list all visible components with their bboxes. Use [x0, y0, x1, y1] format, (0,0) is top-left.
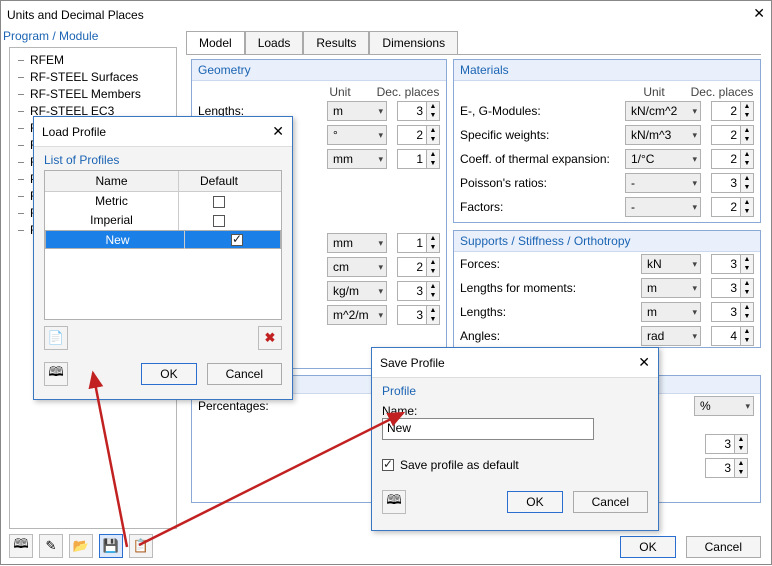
panel-supports: Supports / Stiffness / Orthotropy Forces… — [453, 230, 761, 348]
unit-select[interactable]: m▾ — [641, 302, 701, 322]
unit-select[interactable]: kg/m▾ — [327, 281, 387, 301]
save-default-checkbox[interactable] — [382, 459, 394, 471]
save-profile-toolbar-button[interactable]: 💾 — [99, 534, 123, 558]
dec-spinner[interactable]: 3▲▼ — [705, 458, 748, 478]
load-profile-close-button[interactable]: ✕ — [270, 123, 284, 140]
profile-name-input[interactable]: New — [382, 418, 594, 440]
main-cancel-button[interactable]: Cancel — [686, 536, 761, 558]
unit-select[interactable]: °▾ — [327, 125, 387, 145]
window-title: Units and Decimal Places — [7, 8, 727, 22]
save-profile-close-button[interactable]: ✕ — [636, 354, 650, 371]
open-button[interactable]: 📂 — [69, 534, 93, 558]
dec-spinner[interactable]: 2▲▼ — [397, 125, 440, 145]
unit-select[interactable]: m▾ — [327, 101, 387, 121]
module-label: Program / Module — [3, 29, 98, 43]
panel-materials: Materials UnitDec. places E-, G-Modules:… — [453, 59, 761, 223]
profile-default-checkbox[interactable] — [231, 234, 243, 246]
dec-spinner[interactable]: 3▲▼ — [397, 281, 440, 301]
name-label: Name: — [382, 404, 648, 418]
tab-loads[interactable]: Loads — [245, 31, 304, 54]
unit-select[interactable]: mm▾ — [327, 149, 387, 169]
unit-select[interactable]: m^2/m▾ — [327, 305, 387, 325]
profile-default-checkbox[interactable] — [213, 215, 225, 227]
dec-spinner[interactable]: 2▲▼ — [711, 197, 754, 217]
panel-title: Geometry — [192, 60, 446, 81]
dec-spinner[interactable]: 3▲▼ — [397, 305, 440, 325]
unit-select[interactable]: mm▾ — [327, 233, 387, 253]
dec-spinner[interactable]: 2▲▼ — [711, 101, 754, 121]
tree-item[interactable]: RF-STEEL Surfaces — [12, 69, 174, 86]
dec-spinner[interactable]: 3▲▼ — [711, 173, 754, 193]
tree-item[interactable]: RFEM — [12, 52, 174, 69]
dialog-save-profile: Save Profile✕ Profile Name: New Save pro… — [371, 347, 659, 531]
load-profile-ok-button[interactable]: OK — [141, 363, 196, 385]
profile-list[interactable]: NameDefault MetricImperialNew — [44, 170, 282, 320]
save-profile-cancel-button[interactable]: Cancel — [573, 491, 648, 513]
unit-select[interactable]: rad▾ — [641, 326, 701, 346]
load-profile-help-button[interactable]: 🕮 — [44, 362, 68, 386]
dec-spinner[interactable]: 3▲▼ — [711, 278, 754, 298]
tab-model[interactable]: Model — [186, 31, 245, 54]
profile-list-add-button[interactable]: 📄 — [44, 326, 68, 350]
edit-button[interactable]: ✎ — [39, 534, 63, 558]
dec-spinner[interactable]: 2▲▼ — [711, 125, 754, 145]
dec-spinner[interactable]: 3▲▼ — [711, 302, 754, 322]
unit-select[interactable]: kN▾ — [641, 254, 701, 274]
unit-select[interactable]: kN/cm^2▾ — [625, 101, 701, 121]
dec-spinner[interactable]: 3▲▼ — [705, 434, 748, 454]
dec-spinner[interactable]: 4▲▼ — [711, 326, 754, 346]
profile-row[interactable]: New — [45, 230, 281, 249]
tab-dimensions[interactable]: Dimensions — [369, 31, 458, 54]
help-button[interactable]: 🕮 — [9, 534, 33, 558]
dec-spinner[interactable]: 3▲▼ — [711, 254, 754, 274]
main-ok-button[interactable]: OK — [620, 536, 675, 558]
profile-list-delete-button[interactable]: ✖ — [258, 326, 282, 350]
unit-select[interactable]: -▾ — [625, 197, 701, 217]
tab-results[interactable]: Results — [303, 31, 369, 54]
window-close-button[interactable]: ✕ — [727, 5, 765, 25]
load-profile-cancel-button[interactable]: Cancel — [207, 363, 282, 385]
dec-spinner[interactable]: 3▲▼ — [397, 101, 440, 121]
unit-select[interactable]: kN/m^3▾ — [625, 125, 701, 145]
unit-select[interactable]: m▾ — [641, 278, 701, 298]
dec-spinner[interactable]: 1▲▼ — [397, 233, 440, 253]
copy-button[interactable]: 📋 — [129, 534, 153, 558]
profile-row[interactable]: Metric — [45, 192, 281, 211]
profile-row[interactable]: Imperial — [45, 211, 281, 230]
profile-default-checkbox[interactable] — [213, 196, 225, 208]
save-profile-ok-button[interactable]: OK — [507, 491, 562, 513]
unit-select[interactable]: 1/°C▾ — [625, 149, 701, 169]
percent-unit-select[interactable]: %▾ — [694, 396, 754, 416]
unit-select[interactable]: cm▾ — [327, 257, 387, 277]
unit-select[interactable]: -▾ — [625, 173, 701, 193]
dec-spinner[interactable]: 2▲▼ — [397, 257, 440, 277]
save-profile-help-button[interactable]: 🕮 — [382, 490, 406, 514]
tree-item[interactable]: RF-STEEL Members — [12, 86, 174, 103]
dialog-load-profile: Load Profile✕ List of Profiles NameDefau… — [33, 116, 293, 400]
dec-spinner[interactable]: 2▲▼ — [711, 149, 754, 169]
dec-spinner[interactable]: 1▲▼ — [397, 149, 440, 169]
